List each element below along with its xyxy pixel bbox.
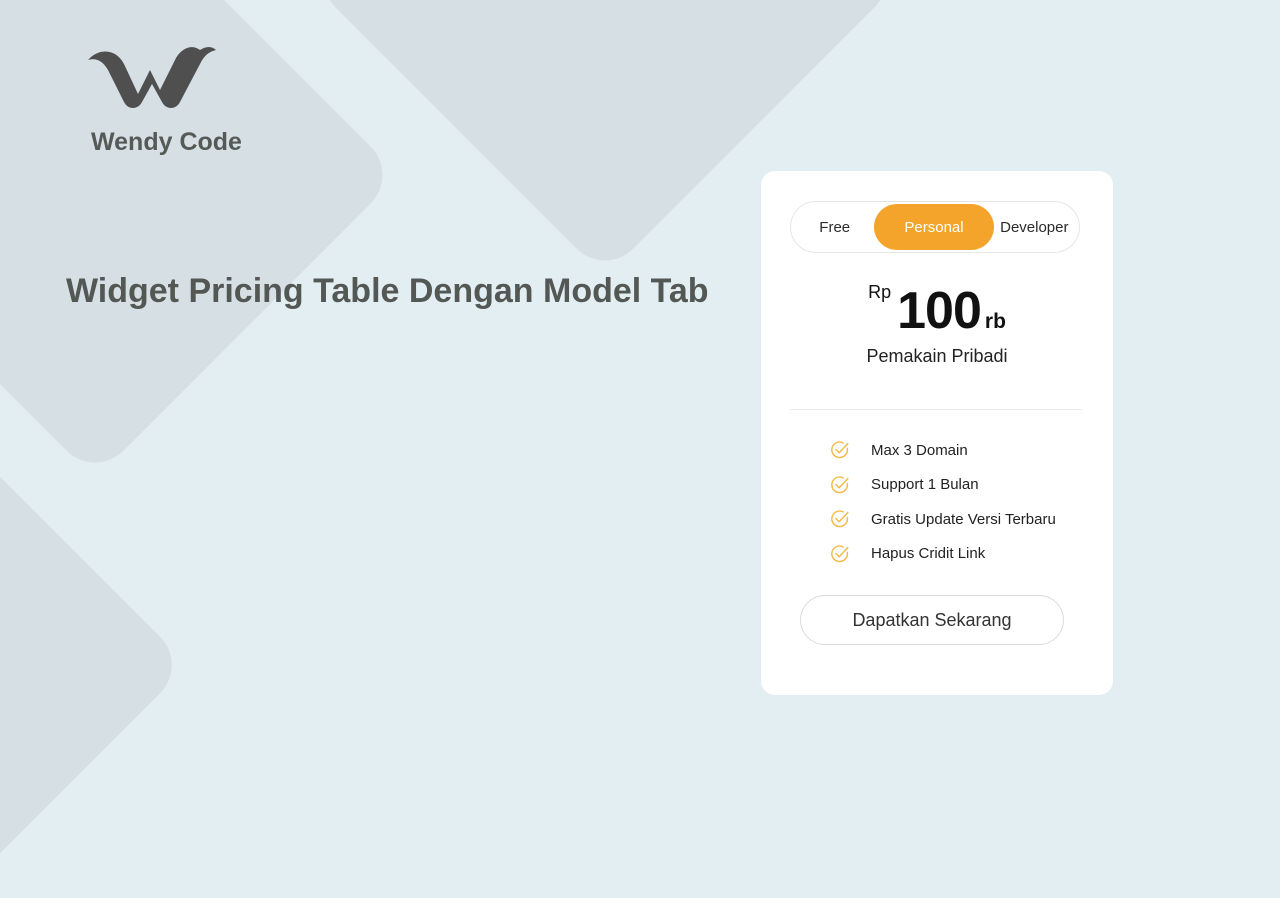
feature-label: Gratis Update Versi Terbaru [871,510,1056,528]
background-shape [0,431,189,898]
plan-description: Pemakain Pribadi [866,346,1008,366]
check-circle-icon [831,545,849,563]
tab-free[interactable]: Free [795,204,874,250]
wendy-code-logo-icon [88,47,216,108]
brand-name: Wendy Code [91,128,242,156]
divider [790,409,1082,410]
check-circle-icon [831,510,849,528]
feature-label: Support 1 Bulan [871,476,979,494]
check-circle-icon [831,441,849,459]
pricing-tabs: Free Personal Developer [790,201,1080,253]
price-amount: 100 [897,282,982,340]
price-currency: Rp [868,282,892,302]
feature-item: Gratis Update Versi Terbaru [829,502,1056,537]
page-title: Widget Pricing Table Dengan Model Tab [66,272,709,310]
feature-item: Max 3 Domain [829,433,1056,468]
pricing-card: Free Personal Developer Rp 100 rb Pemakain… [761,171,1113,695]
feature-label: Max 3 Domain [871,441,968,459]
get-now-button[interactable]: Dapatkan Sekarang [800,595,1064,645]
feature-item: Hapus Cridit Link [829,537,1056,572]
tab-developer[interactable]: Developer [994,204,1075,250]
feature-list: Max 3 Domain Support 1 Bulan Gratis Upda… [829,433,1056,571]
price-unit: rb [984,310,1006,333]
tab-personal[interactable]: Personal [874,204,994,250]
feature-label: Hapus Cridit Link [871,545,986,563]
price-display: Rp 100 rb [761,281,1113,341]
check-circle-icon [831,476,849,494]
feature-item: Support 1 Bulan [829,468,1056,503]
